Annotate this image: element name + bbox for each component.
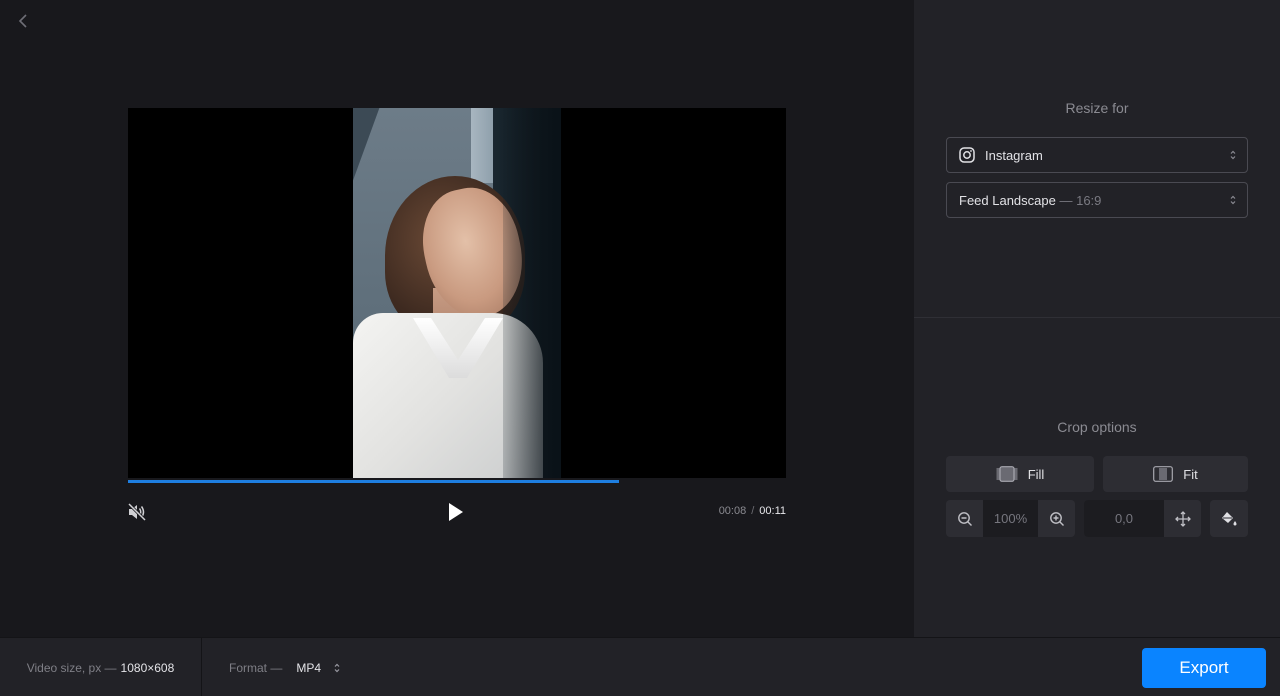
progress-bar[interactable] [128, 480, 786, 483]
video-size-value: 1080×608 [120, 660, 175, 675]
fit-label: Fit [1183, 466, 1198, 482]
time-display: 00:08 / 00:11 [719, 505, 786, 517]
paint-bucket-icon [1222, 511, 1237, 525]
zoom-control: 100% [946, 500, 1075, 537]
select-arrows-icon [1229, 149, 1237, 161]
settings-panel: Resize for Instagram Feed Landscape — 16… [914, 0, 1280, 637]
fill-button[interactable]: Fill [946, 456, 1094, 492]
current-time: 00:08 [718, 505, 747, 517]
crop-title: Crop options [1057, 419, 1137, 435]
zoom-in-icon [1049, 511, 1064, 526]
format-label: Format — [229, 660, 283, 675]
background-fill-button[interactable] [1210, 500, 1248, 537]
export-button[interactable]: Export [1142, 648, 1266, 688]
select-arrows-icon [1229, 194, 1237, 206]
total-time: 00:11 [759, 505, 786, 517]
select-arrows-icon [333, 662, 341, 674]
fill-label: Fill [1027, 466, 1045, 482]
video-thumbnail [353, 108, 561, 478]
zoom-value[interactable]: 100% [983, 500, 1038, 537]
position-value[interactable]: 0,0 [1084, 500, 1164, 537]
play-icon [449, 503, 463, 521]
play-button[interactable] [444, 500, 468, 524]
move-button[interactable] [1164, 500, 1201, 537]
fit-icon [1153, 466, 1174, 482]
platform-value: Instagram [985, 147, 1043, 163]
resize-title: Resize for [1065, 100, 1129, 116]
mute-button[interactable] [126, 502, 148, 522]
video-resizer-app: 00:08 / 00:11 Resize for Instagram Feed La… [0, 0, 1280, 696]
fit-button[interactable]: Fit [1103, 456, 1248, 492]
fill-icon [996, 466, 1018, 482]
platform-select[interactable]: Instagram [946, 137, 1248, 173]
video-size-info: Video size, px —1080×608 [0, 638, 202, 696]
instagram-icon [959, 147, 975, 163]
preset-value: Feed Landscape [959, 192, 1056, 208]
zoom-out-button[interactable] [946, 500, 983, 537]
video-size-label: Video size, px — [26, 660, 117, 675]
move-icon [1174, 510, 1191, 527]
time-separator: / [751, 505, 755, 517]
chevron-left-icon [18, 14, 27, 28]
format-value: MP4 [296, 660, 322, 675]
preset-select[interactable]: Feed Landscape — 16:9 [946, 182, 1248, 218]
preview-area: 00:08 / 00:11 [0, 0, 914, 637]
zoom-out-icon [957, 511, 972, 526]
zoom-in-button[interactable] [1038, 500, 1075, 537]
preset-ratio: — 16:9 [1059, 192, 1102, 208]
back-button[interactable] [12, 10, 34, 32]
crop-section: Crop options Fill Fit 100% 0,0 [914, 319, 1280, 637]
footer-bar: Video size, px —1080×608 Format — MP4 Ex… [0, 637, 1280, 696]
video-frame[interactable] [128, 108, 786, 478]
resize-section: Resize for Instagram Feed Landscape — 16… [914, 0, 1280, 318]
position-control: 0,0 [1084, 500, 1201, 537]
speaker-muted-icon [127, 503, 147, 521]
background-color-control [1210, 500, 1248, 537]
format-select[interactable]: Format — MP4 [229, 638, 341, 696]
progress-fill [128, 480, 619, 483]
